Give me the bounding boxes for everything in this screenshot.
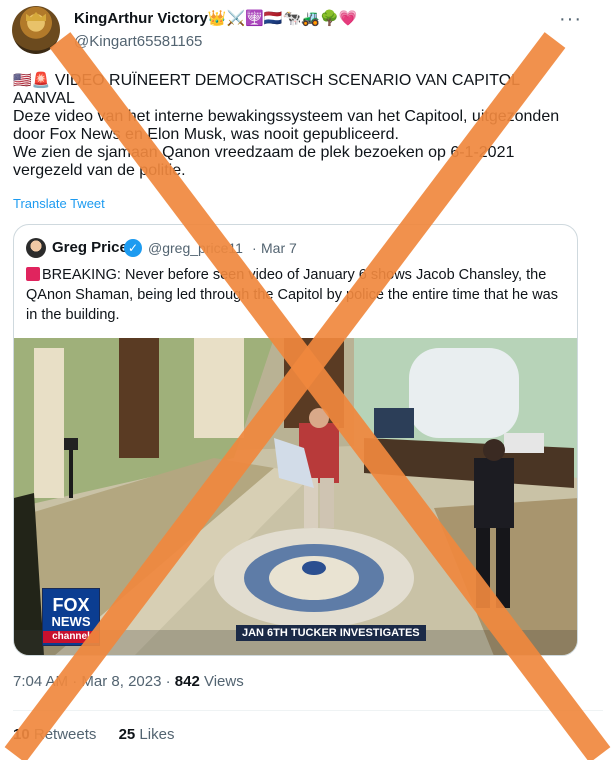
quoted-video[interactable]: FOX NEWS channel JAN 6TH TUCKER INVESTIG… [14, 338, 577, 655]
fox-news-logo: FOX NEWS channel [42, 588, 100, 646]
tweet-line-2: Deze video van het interne bewakingssyst… [13, 108, 560, 143]
tweet: KingArthur Victory👑⚔️🕎🇳🇱🐄🚜🌳💗 @Kingart655… [0, 0, 616, 760]
flag-emojis: 🇺🇸🚨 [13, 72, 51, 89]
author-display-name[interactable]: KingArthur Victory👑⚔️🕎🇳🇱🐄🚜🌳💗 [74, 9, 357, 27]
siren-icon [26, 267, 40, 281]
tweet-headline: VIDEO RUÏNEERT DEMOCRATISCH SCENARIO VAN… [13, 72, 520, 107]
tweet-line-3: We zien de sjamaan Qanon vreedzaam de pl… [13, 144, 515, 179]
divider [13, 710, 603, 711]
tweet-meta: 7:04 AM · Mar 8, 2023 · 842 Views [13, 673, 244, 690]
quoted-handle: @greg_price11 [148, 240, 243, 256]
quoted-name: Greg Price [52, 239, 128, 256]
likes-stat[interactable]: 25 Likes [119, 726, 175, 743]
quoted-separator: · [252, 240, 257, 256]
quoted-avatar [26, 238, 46, 258]
name-emojis: 👑⚔️🕎🇳🇱🐄🚜🌳💗 [207, 10, 358, 27]
author-avatar[interactable] [12, 6, 60, 54]
quoted-text: BREAKING: Never before seen video of Jan… [26, 267, 558, 323]
more-icon[interactable]: ··· [559, 8, 582, 31]
tweet-text: 🇺🇸🚨 VIDEO RUÏNEERT DEMOCRATISCH SCENARIO… [13, 72, 573, 180]
retweets-stat[interactable]: 10 Retweets [13, 726, 96, 743]
video-chyron: JAN 6TH TUCKER INVESTIGATES [236, 625, 426, 641]
translate-tweet-link[interactable]: Translate Tweet [13, 196, 105, 211]
quoted-date: Mar 7 [261, 240, 297, 256]
quoted-tweet[interactable]: Greg Price ✓ @greg_price11 · Mar 7 BREAK… [13, 224, 578, 656]
verified-badge-icon: ✓ [124, 239, 142, 257]
views-label: Views [203, 673, 244, 690]
tweet-date[interactable]: Mar 8, 2023 [81, 673, 161, 690]
author-handle[interactable]: @Kingart65581165 [74, 33, 202, 50]
tweet-time[interactable]: 7:04 AM [13, 673, 68, 690]
tweet-stats: 10 Retweets 25 Likes [13, 726, 174, 743]
views-count: 842 [174, 673, 200, 690]
